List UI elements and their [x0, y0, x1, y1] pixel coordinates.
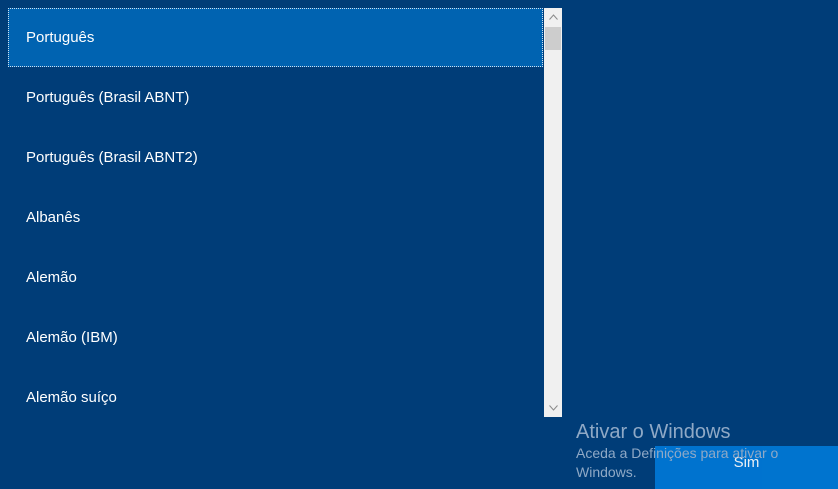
list-item-label: Português (Brasil ABNT)	[26, 89, 190, 106]
watermark-text: Aceda a Definições para ativar o Windows…	[576, 445, 779, 480]
list-item-alemao-suico[interactable]: Alemão suíço	[8, 368, 543, 417]
scroll-thumb[interactable]	[545, 27, 561, 50]
vertical-scrollbar[interactable]	[544, 8, 562, 417]
list-item-albanes[interactable]: Albanês	[8, 188, 543, 247]
list-item-alemao-ibm[interactable]: Alemão (IBM)	[8, 308, 543, 367]
scroll-up-button[interactable]	[544, 8, 562, 26]
list-item-label: Português	[26, 29, 95, 46]
chevron-down-icon	[548, 405, 558, 411]
keyboard-layout-list[interactable]: Português Português (Brasil ABNT) Portug…	[8, 8, 544, 417]
list-item-portugues-brasil-abnt2[interactable]: Português (Brasil ABNT2)	[8, 128, 543, 187]
keyboard-layout-list-panel: Português Português (Brasil ABNT) Portug…	[8, 8, 562, 417]
list-item-label: Albanês	[26, 209, 81, 226]
chevron-up-icon	[548, 14, 558, 20]
list-item-portugues[interactable]: Português	[8, 8, 543, 67]
list-item-label: Português (Brasil ABNT2)	[26, 149, 198, 166]
list-item-label: Alemão suíço	[26, 389, 117, 406]
activate-windows-watermark: Ativar o Windows Aceda a Definições para…	[576, 420, 834, 482]
watermark-title: Ativar o Windows	[576, 421, 731, 443]
list-item-portugues-brasil-abnt[interactable]: Português (Brasil ABNT)	[8, 68, 543, 127]
list-item-label: Alemão	[26, 269, 77, 286]
list-item-alemao[interactable]: Alemão	[8, 248, 543, 307]
list-item-label: Alemão (IBM)	[26, 329, 118, 346]
scroll-down-button[interactable]	[544, 399, 562, 417]
